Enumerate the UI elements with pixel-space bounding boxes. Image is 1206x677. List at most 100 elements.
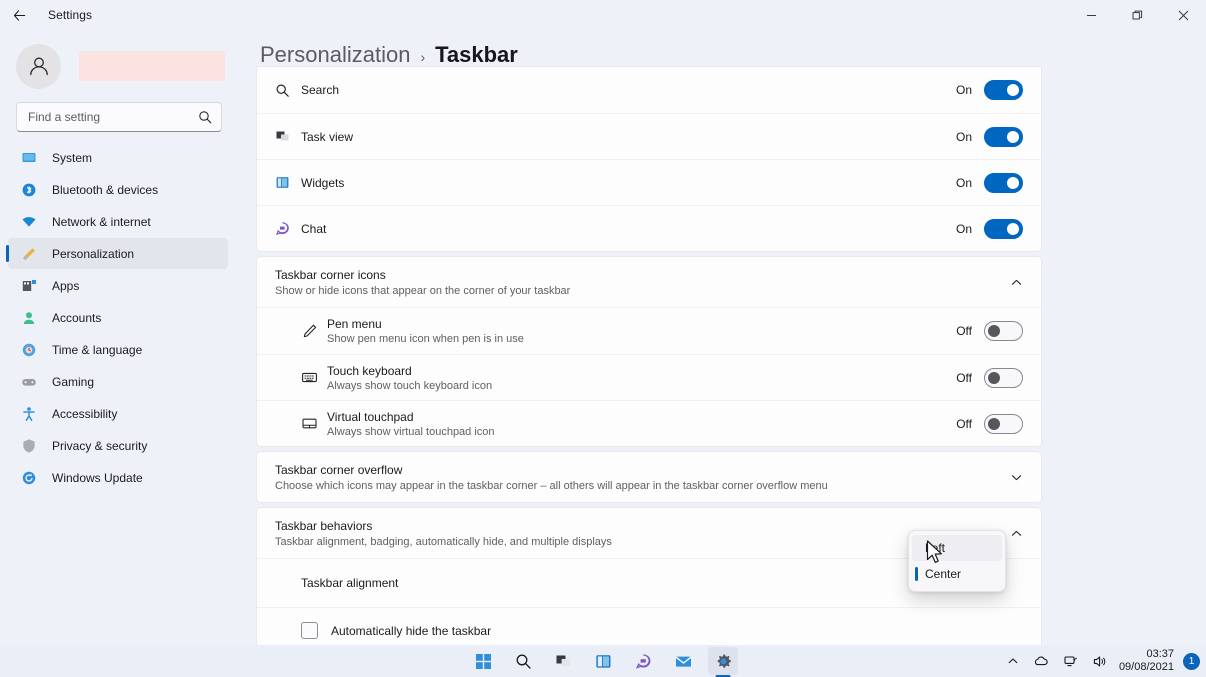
chevron-up-icon[interactable] [1010, 527, 1023, 540]
taskbar-task-view-button[interactable] [548, 647, 578, 675]
chat-icon [635, 653, 650, 669]
windows-logo-icon [475, 653, 491, 669]
restore-button[interactable] [1114, 0, 1160, 30]
sidebar-item-privacy-security[interactable]: Privacy & security [8, 430, 228, 461]
search-icon [198, 110, 212, 124]
sidebar-item-network-internet[interactable]: Network & internet [8, 206, 228, 237]
section-title: Taskbar behaviors [275, 518, 373, 533]
sidebar-nav: System Bluetooth & devices Network & int… [0, 142, 236, 493]
minimize-button[interactable] [1068, 0, 1114, 30]
section-subtitle: Taskbar alignment, badging, automaticall… [275, 535, 612, 548]
autohide-taskbar-label: Automatically hide the taskbar [331, 623, 492, 638]
clock-time: 03:37 [1146, 648, 1174, 660]
sidebar-item-windows-update[interactable]: Windows Update [8, 462, 228, 493]
search-icon [516, 654, 531, 669]
sidebar-item-label: Network & internet [52, 214, 151, 229]
start-button[interactable] [468, 647, 498, 675]
sidebar-item-apps[interactable]: Apps [8, 270, 228, 301]
taskbar-item-row-task-view[interactable]: Task view On [257, 113, 1041, 159]
taskbar-item-row-search[interactable]: Search On [257, 67, 1041, 113]
taskbar-search-button[interactable] [508, 647, 538, 675]
taskbar-widgets-button[interactable] [588, 647, 618, 675]
sidebar-item-accessibility[interactable]: Accessibility [8, 398, 228, 429]
clock-globe-icon [18, 342, 40, 358]
monitor-icon [18, 150, 40, 166]
shield-icon [18, 438, 40, 454]
breadcrumb-parent-link[interactable]: Personalization [260, 42, 410, 68]
chevron-up-icon[interactable] [1010, 276, 1023, 289]
restore-icon [1132, 10, 1142, 19]
sidebar-item-label: Time & language [52, 342, 143, 357]
row-label: Chat [301, 221, 327, 236]
row-label: Virtual touchpad [327, 409, 414, 424]
toggle-state-label: On [955, 129, 972, 144]
sidebar: System Bluetooth & devices Network & int… [0, 30, 236, 645]
bluetooth-icon [18, 182, 40, 198]
content-area: Personalization › Taskbar Search On Task… [236, 30, 1206, 645]
row-label: Search [301, 83, 340, 97]
taskbar-corner-icons-header[interactable]: Taskbar corner icons Show or hide icons … [257, 257, 1041, 307]
taskbar-item-row-chat[interactable]: Chat On [257, 205, 1041, 251]
back-button[interactable] [0, 0, 38, 30]
minimize-icon [1086, 14, 1096, 16]
pen-menu-toggle[interactable] [984, 321, 1023, 341]
toggle-state-label: On [955, 221, 972, 236]
clock[interactable]: 03:37 09/08/2021 [1119, 648, 1174, 674]
task-view-toggle[interactable] [984, 126, 1023, 147]
sidebar-item-label: Gaming [52, 374, 95, 389]
close-button[interactable] [1160, 0, 1206, 30]
search-input[interactable] [28, 110, 198, 124]
person-icon [29, 57, 48, 76]
apps-icon [18, 278, 40, 294]
taskbar-chat-button[interactable] [628, 647, 658, 675]
taskbar-settings-button[interactable] [708, 647, 738, 675]
toggle-knob [988, 371, 1000, 384]
autohide-taskbar-row[interactable]: Automatically hide the taskbar [257, 607, 1041, 645]
sidebar-item-bluetooth-devices[interactable]: Bluetooth & devices [8, 174, 228, 205]
clock-date: 09/08/2021 [1118, 661, 1174, 673]
dropdown-option-center[interactable]: Center [912, 561, 1002, 587]
search-icon [275, 83, 301, 98]
pen-menu-row[interactable]: Pen menu Show pen menu icon when pen is … [257, 308, 1041, 354]
back-arrow-icon [13, 9, 25, 21]
touch-keyboard-row[interactable]: Touch keyboard Always show touch keyboar… [257, 354, 1041, 400]
taskbar-corner-icons-card: Taskbar corner icons Show or hide icons … [256, 256, 1042, 447]
dropdown-option-left[interactable]: Left [912, 535, 1002, 561]
toggle-state-label: Off [956, 416, 972, 431]
chat-toggle[interactable] [984, 218, 1023, 239]
close-icon [1178, 10, 1188, 20]
wifi-icon [18, 214, 40, 230]
toggle-state-label: Off [956, 370, 972, 385]
taskbar-mail-button[interactable] [668, 647, 698, 675]
sidebar-item-gaming[interactable]: Gaming [8, 366, 228, 397]
sidebar-item-personalization[interactable]: Personalization [6, 238, 228, 269]
speaker-icon[interactable] [1090, 652, 1110, 671]
avatar [16, 43, 61, 89]
section-subtitle: Choose which icons may appear in the tas… [275, 479, 828, 492]
sidebar-item-accounts[interactable]: Accounts [8, 302, 228, 333]
touch-keyboard-toggle[interactable] [984, 367, 1023, 388]
taskbar-item-row-widgets[interactable]: Widgets On [257, 159, 1041, 205]
taskbar-corner-overflow-header[interactable]: Taskbar corner overflow Choose which ico… [257, 452, 1041, 502]
sidebar-item-system[interactable]: System [8, 142, 228, 173]
cloud-icon[interactable] [1031, 652, 1052, 670]
chevron-down-icon[interactable] [1010, 471, 1023, 484]
virtual-touchpad-row[interactable]: Virtual touchpad Always show virtual tou… [257, 400, 1041, 446]
update-icon [18, 470, 40, 486]
widgets-icon [595, 654, 610, 668]
search-box[interactable] [16, 102, 222, 132]
breadcrumb-separator-icon: › [420, 49, 426, 65]
taskbar-alignment-dropdown[interactable]: Left Center [908, 530, 1006, 592]
autohide-taskbar-checkbox[interactable] [301, 622, 318, 639]
pen-icon [301, 323, 327, 340]
chevron-up-icon[interactable] [1004, 652, 1022, 670]
widgets-toggle[interactable] [984, 172, 1023, 193]
sidebar-item-time-language[interactable]: Time & language [8, 334, 228, 365]
search-toggle[interactable] [984, 80, 1023, 100]
notification-badge[interactable]: 1 [1183, 652, 1200, 670]
toggle-knob [988, 417, 1000, 430]
virtual-touchpad-toggle[interactable] [984, 413, 1023, 434]
account-tile[interactable] [0, 38, 236, 94]
network-icon[interactable] [1061, 652, 1081, 671]
person-icon [18, 310, 40, 326]
